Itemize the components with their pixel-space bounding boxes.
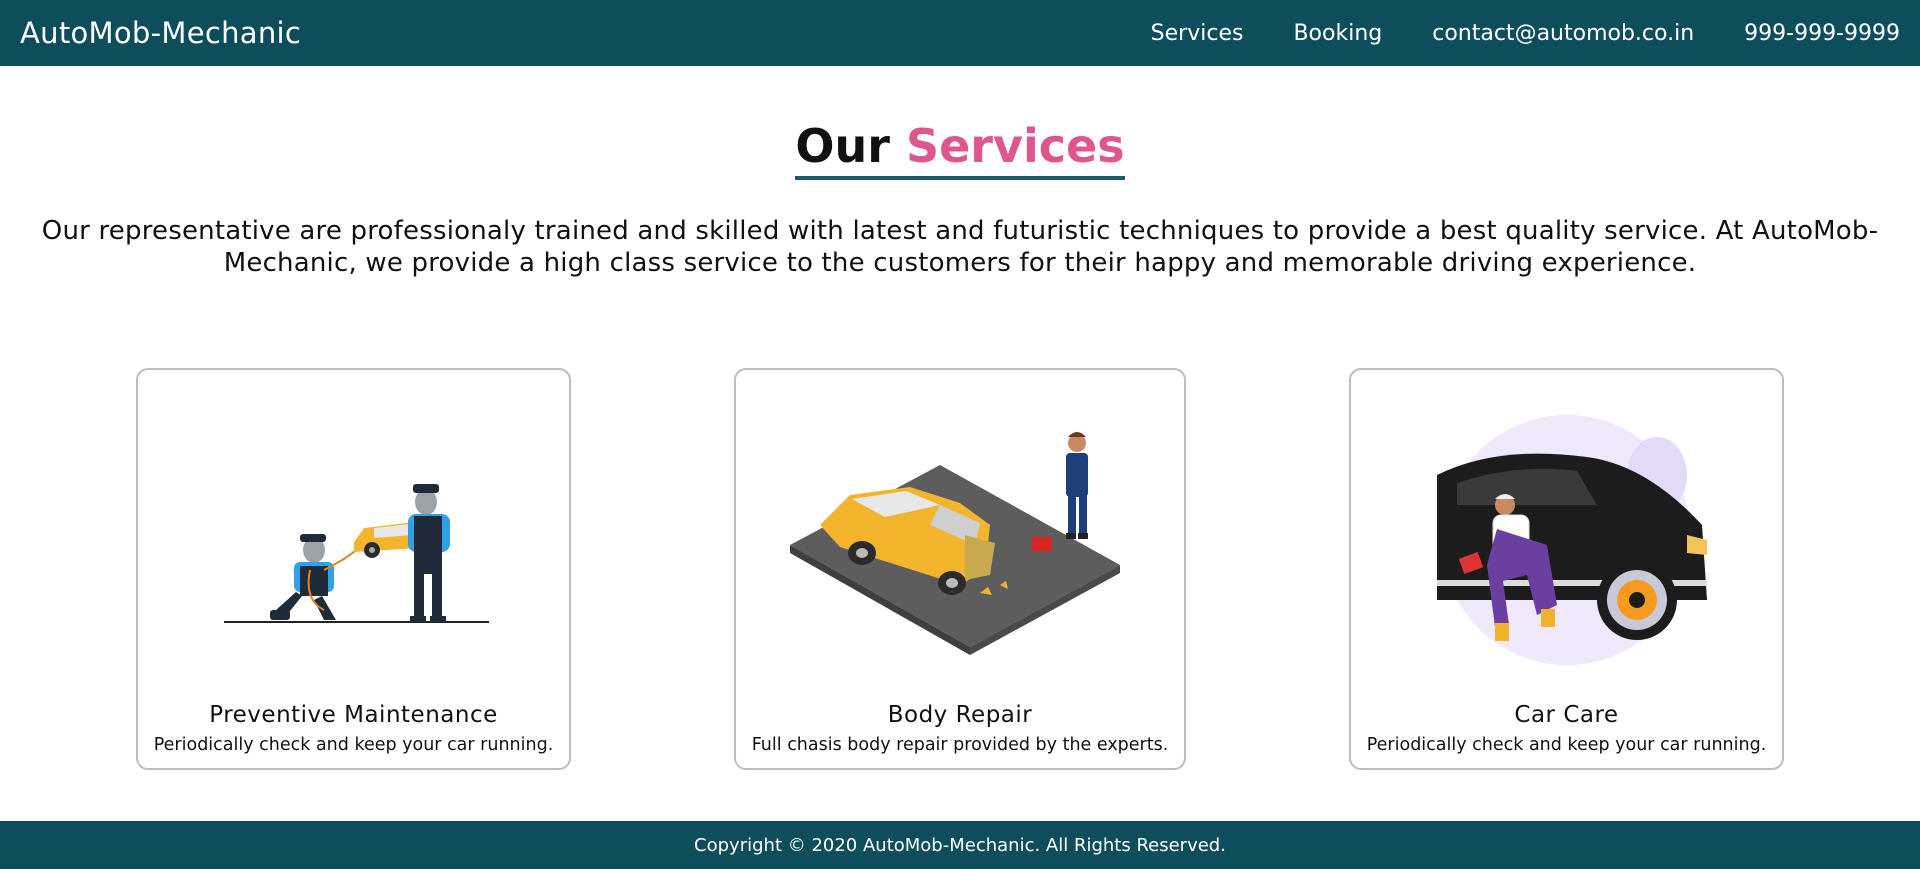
brand-logo-link[interactable]: AutoMob-Mechanic	[20, 16, 301, 50]
car-care-illustration	[1351, 390, 1782, 690]
nav-link-email[interactable]: contact@automob.co.in	[1432, 21, 1694, 46]
navbar: AutoMob-Mechanic Services Booking contac…	[0, 0, 1920, 66]
card-title: Body Repair	[887, 702, 1033, 728]
nav-link-phone[interactable]: 999-999-9999	[1744, 21, 1900, 46]
title-plain: Our	[795, 119, 890, 173]
card-description: Periodically check and keep your car run…	[1366, 735, 1767, 755]
card-title: Car Care	[1514, 702, 1619, 728]
service-card-car-care[interactable]: Car Care Periodically check and keep you…	[1349, 368, 1784, 770]
footer-copyright: Copyright © 2020 AutoMob-Mechanic. All R…	[694, 834, 1226, 856]
nav-link-booking[interactable]: Booking	[1293, 21, 1382, 46]
service-card-preventive-maintenance[interactable]: Preventive Maintenance Periodically chec…	[136, 368, 571, 770]
card-description: Periodically check and keep your car run…	[153, 735, 554, 755]
title-accent: Services	[905, 119, 1125, 173]
footer: Copyright © 2020 AutoMob-Mechanic. All R…	[0, 821, 1920, 869]
card-description: Full chasis body repair provided by the …	[751, 735, 1169, 755]
section-title: Our Services	[0, 118, 1920, 180]
nav-link-services[interactable]: Services	[1151, 21, 1244, 46]
intro-paragraph: Our representative are professionaly tra…	[41, 216, 1879, 278]
page-title: Our Services	[795, 118, 1125, 180]
maintenance-illustration	[138, 390, 569, 690]
nav-links: Services Booking contact@automob.co.in 9…	[1151, 21, 1900, 46]
body-repair-illustration	[736, 390, 1184, 690]
card-title: Preventive Maintenance	[209, 702, 498, 728]
service-card-body-repair[interactable]: Body Repair Full chasis body repair prov…	[734, 368, 1186, 770]
